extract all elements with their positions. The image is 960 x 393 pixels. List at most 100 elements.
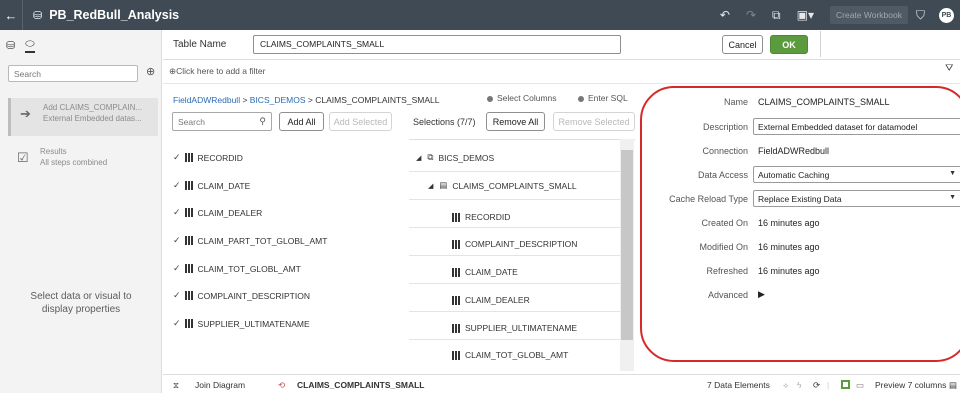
step-subtitle: External Embedded datas... bbox=[43, 114, 142, 123]
pin-icon[interactable]: ⟡ bbox=[783, 380, 789, 391]
list-item[interactable]: ✓ CLAIM_TOT_GLOBL_AMT bbox=[173, 263, 301, 274]
divider bbox=[22, 0, 23, 30]
remove-all-button[interactable]: Remove All bbox=[486, 112, 545, 131]
lightning-icon[interactable]: ϟ bbox=[797, 380, 802, 390]
tree-column[interactable]: CLAIM_DATE bbox=[452, 267, 518, 277]
cancel-button[interactable]: Cancel bbox=[722, 35, 763, 54]
schema-icon: ⧉ bbox=[427, 152, 434, 162]
column-icon bbox=[452, 239, 460, 249]
breadcrumb-schema[interactable]: BICS_DEMOS bbox=[250, 95, 306, 105]
dataset-icon: ⛁ bbox=[33, 9, 43, 22]
column-icon bbox=[184, 181, 193, 190]
breadcrumb: FieldADWRedbull > BICS_DEMOS > CLAIMS_CO… bbox=[173, 95, 440, 105]
divider bbox=[409, 227, 620, 228]
select-columns-radio[interactable]: Select Columns bbox=[487, 93, 557, 103]
check-icon: ✓ bbox=[173, 207, 181, 217]
bookmark-icon[interactable]: ⛉ bbox=[916, 8, 925, 23]
avatar[interactable]: PB bbox=[939, 7, 954, 23]
redo-icon[interactable]: ↷ bbox=[746, 8, 756, 22]
data-view-icon[interactable]: ▤ bbox=[949, 380, 957, 391]
left-panel: ⛁ ⬭ Search ⊕ ➔ Add CLAIMS_COMPLAIN... Ex… bbox=[0, 30, 162, 393]
divider bbox=[409, 199, 620, 200]
step-title: Add CLAIMS_COMPLAIN... bbox=[43, 103, 143, 112]
column-icon bbox=[452, 350, 460, 360]
grid-view-icon[interactable] bbox=[841, 380, 850, 389]
data-elements-count: 7 Data Elements bbox=[707, 380, 770, 390]
search-icon: ⚲ bbox=[259, 116, 266, 126]
back-arrow-icon[interactable]: ← bbox=[0, 8, 22, 23]
save-icon[interactable]: ▣▾ bbox=[797, 8, 814, 22]
arrow-right-circle-icon: ➔ bbox=[20, 106, 31, 121]
add-selected-button[interactable]: Add Selected bbox=[329, 112, 392, 131]
table-name-label: Table Name bbox=[173, 39, 227, 50]
tree-column[interactable]: COMPLAINT_DESCRIPTION bbox=[452, 239, 577, 249]
join-diagram-icon[interactable]: ⧖ bbox=[173, 380, 179, 391]
properties-hint: Select data or visual to display propert… bbox=[30, 291, 132, 315]
preview-icon[interactable]: ⧉ bbox=[772, 8, 781, 23]
list-item[interactable]: ✓ CLAIM_PART_TOT_GLOBL_AMT bbox=[173, 235, 327, 246]
column-icon bbox=[184, 291, 193, 300]
divider: | bbox=[827, 380, 830, 390]
undo-icon[interactable]: ↶ bbox=[720, 8, 730, 22]
divider bbox=[409, 339, 620, 340]
step-subtitle: All steps combined bbox=[40, 158, 108, 167]
join-diagram-button[interactable]: Join Diagram bbox=[195, 380, 245, 390]
properties-tab-icon[interactable]: ⬭ bbox=[25, 38, 35, 53]
scrollbar-thumb[interactable] bbox=[621, 150, 633, 340]
columns-search-input[interactable]: Search ⚲ bbox=[172, 112, 272, 131]
add-filter[interactable]: ⊕Click here to add a filter bbox=[169, 66, 265, 77]
step-results[interactable]: ☑ Results All steps combined bbox=[8, 142, 158, 180]
remove-selected-button[interactable]: Remove Selected bbox=[553, 112, 635, 131]
breadcrumb-table: CLAIMS_COMPLAINTS_SMALL bbox=[315, 95, 440, 105]
top-bar: ← ⛁ PB_RedBull_Analysis ↶ ↷ ⧉ ▣▾ Create … bbox=[0, 0, 960, 30]
filter-icon[interactable]: ⛛ bbox=[945, 63, 953, 74]
list-item[interactable]: ✓ CLAIM_DATE bbox=[173, 180, 250, 191]
list-item[interactable]: ✓ SUPPLIER_ULTIMATENAME bbox=[173, 318, 310, 329]
tree-table[interactable]: ◢ ▤ CLAIMS_COMPLAINTS_SMALL bbox=[428, 180, 577, 191]
left-search-input[interactable]: Search bbox=[8, 65, 138, 82]
refresh-icon[interactable]: ⟳ bbox=[813, 380, 820, 391]
check-icon: ✓ bbox=[173, 180, 181, 190]
list-item[interactable]: ✓ CLAIM_DEALER bbox=[173, 207, 262, 218]
tree-schema[interactable]: ◢ ⧉ BICS_DEMOS bbox=[416, 152, 494, 163]
table-icon: ⟲ bbox=[278, 380, 286, 390]
create-workbook-button[interactable]: Create Workbook bbox=[830, 6, 908, 24]
list-item[interactable]: ✓ RECORDID bbox=[173, 152, 243, 163]
tree-column[interactable]: CLAIM_TOT_GLOBL_AMT bbox=[452, 350, 568, 360]
add-circle-icon[interactable]: ⊕ bbox=[146, 65, 155, 78]
step-title: Results bbox=[40, 147, 67, 156]
list-item[interactable]: ✓ COMPLAINT_DESCRIPTION bbox=[173, 290, 310, 301]
check-icon: ✓ bbox=[173, 263, 181, 273]
table-view-icon[interactable]: ▭ bbox=[856, 380, 864, 391]
column-icon bbox=[452, 323, 460, 333]
divider bbox=[163, 83, 960, 84]
tree-column[interactable]: CLAIM_DEALER bbox=[452, 295, 530, 305]
bottom-bar: ⧖ Join Diagram ⟲ CLAIMS_COMPLAINTS_SMALL… bbox=[163, 374, 960, 393]
column-icon bbox=[452, 267, 460, 277]
tree-column[interactable]: SUPPLIER_ULTIMATENAME bbox=[452, 323, 577, 333]
enter-sql-radio[interactable]: Enter SQL bbox=[578, 93, 628, 103]
step-add-table[interactable]: ➔ Add CLAIMS_COMPLAIN... External Embedd… bbox=[8, 98, 158, 136]
divider bbox=[409, 283, 620, 284]
annotation-circle bbox=[640, 86, 960, 362]
column-icon bbox=[184, 264, 193, 273]
table-icon: ▤ bbox=[439, 180, 448, 190]
column-icon bbox=[184, 319, 193, 328]
ok-button[interactable]: OK bbox=[770, 35, 808, 54]
breadcrumb-connection[interactable]: FieldADWRedbull bbox=[173, 95, 240, 105]
check-icon: ✓ bbox=[173, 235, 181, 245]
preview-columns[interactable]: Preview 7 columns bbox=[875, 380, 946, 390]
results-icon: ☑ bbox=[17, 150, 29, 165]
table-name-input[interactable]: CLAIMS_COMPLAINTS_SMALL bbox=[253, 35, 621, 54]
column-icon bbox=[452, 295, 460, 305]
add-all-button[interactable]: Add All bbox=[279, 112, 324, 131]
check-icon: ✓ bbox=[173, 290, 181, 300]
bottom-table-name[interactable]: CLAIMS_COMPLAINTS_SMALL bbox=[297, 380, 425, 390]
tree-column[interactable]: RECORDID bbox=[452, 212, 510, 222]
column-icon bbox=[452, 212, 460, 222]
check-icon: ✓ bbox=[173, 152, 181, 162]
data-tab-icon[interactable]: ⛁ bbox=[6, 39, 15, 52]
divider bbox=[409, 171, 620, 172]
page-title: PB_RedBull_Analysis bbox=[49, 8, 180, 22]
selections-count: Selections (7/7) bbox=[413, 117, 476, 127]
